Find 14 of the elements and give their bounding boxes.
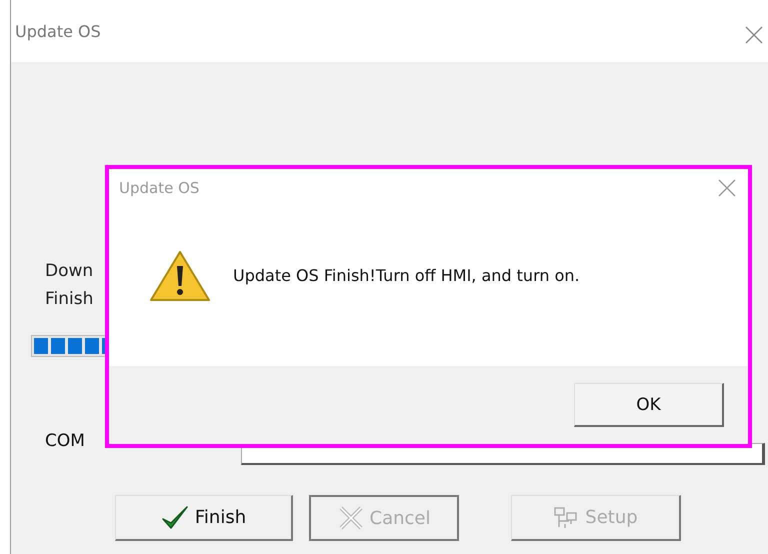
action-button[interactable]: Finish — [115, 495, 293, 541]
close-icon[interactable] — [745, 26, 763, 44]
close-icon[interactable] — [718, 179, 736, 197]
dialog-title: Update OS — [119, 179, 200, 197]
dialog-message: Update OS Finish!Turn off HMI, and turn on. — [233, 266, 580, 285]
status-label: Down — [45, 260, 94, 283]
warning-icon — [149, 250, 211, 302]
window-title: Update OS — [15, 22, 101, 41]
com-label: COM — [45, 431, 85, 451]
ok-button[interactable]: OK — [574, 383, 724, 427]
checkmark-icon — [160, 504, 189, 530]
cross-icon — [338, 505, 364, 531]
status-label: Finish — [45, 288, 94, 311]
network-icon — [553, 504, 580, 530]
